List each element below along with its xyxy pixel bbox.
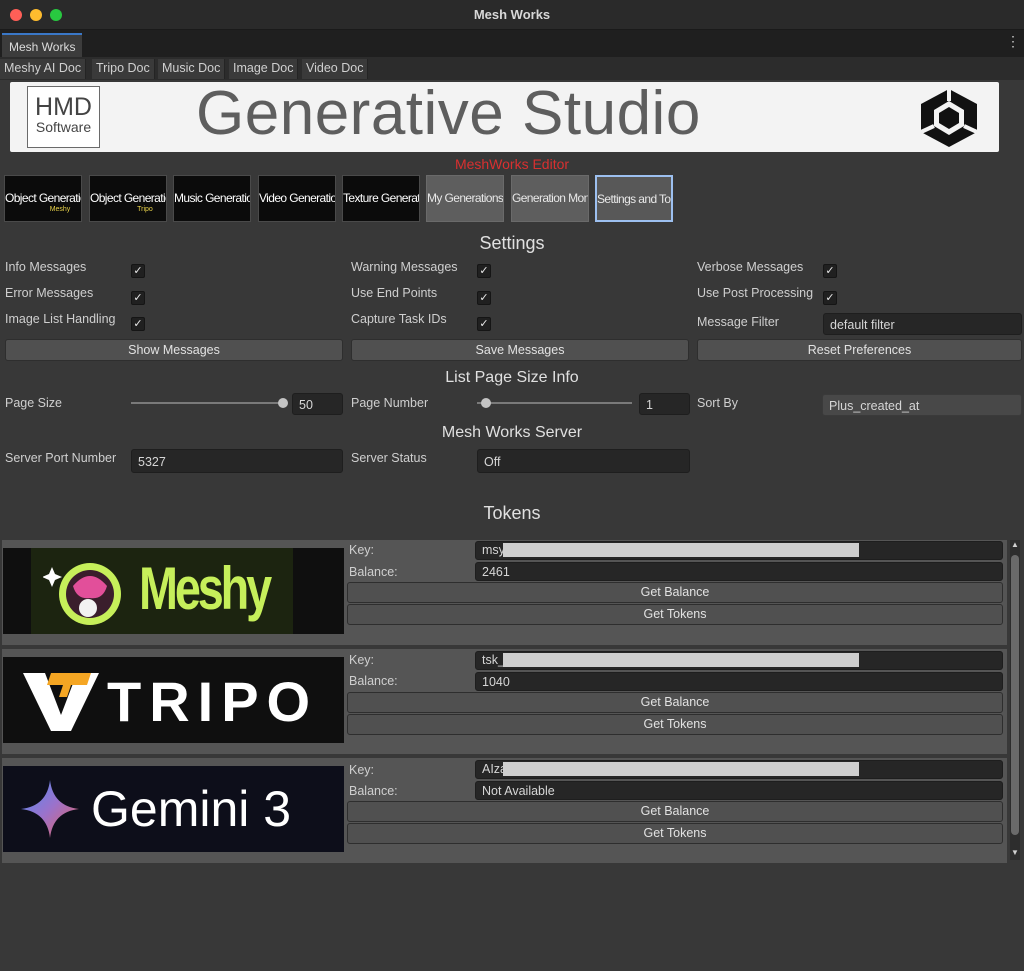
sort-by-label: Sort By — [697, 396, 738, 410]
tripo-logo: TRIPO — [3, 657, 344, 743]
image-list-handling-checkbox[interactable]: ✓ — [131, 317, 145, 331]
tokens-scrollbar-thumb[interactable] — [1011, 555, 1019, 835]
use-end-points-label: Use End Points — [351, 286, 438, 300]
tokens-header: Tokens — [483, 503, 541, 523]
meshy-wordmark: Meshy — [139, 555, 272, 622]
kebab-menu-icon[interactable]: ⋮ — [1006, 34, 1020, 48]
meshy-balance-field: 2461 — [475, 562, 1003, 581]
warning-messages-checkbox[interactable]: ✓ — [477, 264, 491, 278]
list-page-header: List Page Size Info — [445, 369, 579, 386]
unity-logo-icon — [920, 89, 978, 147]
window-title: Mesh Works — [473, 7, 551, 22]
tab-music-doc[interactable]: Music Doc — [158, 59, 226, 79]
gemini-get-tokens-button[interactable]: Get Tokens — [347, 823, 1003, 844]
server-header: Mesh Works Server — [441, 424, 583, 441]
editor-tab-strip — [0, 30, 1024, 57]
tab-meshy-ai-doc[interactable]: Meshy AI Doc — [0, 59, 87, 79]
page-number-slider-track[interactable] — [477, 402, 632, 404]
error-messages-checkbox[interactable]: ✓ — [131, 291, 145, 305]
generation-monitor-button[interactable]: Generation Monitor — [511, 175, 589, 222]
use-post-processing-label: Use Post Processing — [697, 286, 814, 300]
tripo-get-tokens-button[interactable]: Get Tokens — [347, 714, 1003, 735]
show-messages-button[interactable]: Show Messages — [5, 339, 343, 361]
server-status-label: Server Status — [351, 451, 427, 465]
object-generation-tripo-button[interactable]: Object Generation Tripo — [89, 175, 167, 222]
tripo-key-label: Key: — [349, 653, 375, 667]
message-filter-label: Message Filter — [697, 315, 779, 329]
button-label: Object Generation — [90, 191, 166, 205]
editor-subtitle: MeshWorks Editor — [454, 156, 570, 172]
banner-title: Generative Studio — [196, 79, 701, 148]
gemini-sparkle-icon — [21, 780, 79, 838]
tab-mesh-works[interactable]: Mesh Works — [2, 33, 83, 57]
capture-task-ids-label: Capture Task IDs — [351, 312, 447, 326]
save-messages-button[interactable]: Save Messages — [351, 339, 689, 361]
meshy-key-prefix: msy — [482, 543, 505, 557]
page-size-slider-track[interactable] — [131, 402, 286, 404]
tripo-mark-icon — [23, 673, 99, 731]
tripo-get-balance-button[interactable]: Get Balance — [347, 692, 1003, 713]
message-filter-input[interactable]: default filter — [823, 313, 1022, 335]
scroll-up-arrow-icon[interactable]: ▲ — [1011, 540, 1019, 549]
verbose-messages-label: Verbose Messages — [697, 260, 804, 274]
image-list-handling-label: Image List Handling — [5, 312, 116, 326]
server-status-field: Off — [477, 449, 690, 473]
tab-tripo-doc[interactable]: Tripo Doc — [92, 59, 155, 79]
gemini-key-label: Key: — [349, 763, 375, 777]
tab-video-doc[interactable]: Video Doc — [302, 59, 369, 79]
music-generation-button[interactable]: Music Generation — [173, 175, 251, 222]
logo-text-software: Software — [35, 119, 92, 135]
logo-text-hmd: HMD — [35, 93, 92, 121]
server-port-label: Server Port Number — [5, 451, 117, 465]
gemini-balance-field: Not Available — [475, 781, 1003, 800]
info-messages-checkbox[interactable]: ✓ — [131, 264, 145, 278]
page-number-label: Page Number — [351, 396, 429, 410]
meshy-get-tokens-button[interactable]: Get Tokens — [347, 604, 1003, 625]
gemini-get-balance-button[interactable]: Get Balance — [347, 801, 1003, 822]
meshy-balance-label: Balance: — [349, 565, 398, 579]
scroll-down-arrow-icon[interactable]: ▼ — [1011, 848, 1019, 857]
gemini-wordmark: Gemini 3 — [91, 781, 292, 837]
tripo-balance-field: 1040 — [475, 672, 1003, 691]
video-generation-button[interactable]: Video Generation — [258, 175, 336, 222]
button-label: Object Generation — [5, 191, 81, 205]
server-port-input[interactable]: 5327 — [131, 449, 343, 473]
use-end-points-checkbox[interactable]: ✓ — [477, 291, 491, 305]
settings-header: Settings — [479, 233, 545, 253]
meshy-get-balance-button[interactable]: Get Balance — [347, 582, 1003, 603]
meshy-key-redaction — [503, 543, 859, 557]
hmd-software-logo: HMD Software — [27, 86, 100, 148]
my-generations-button[interactable]: My Generations — [426, 175, 504, 222]
object-generation-meshy-button[interactable]: Object Generation Meshy — [4, 175, 82, 222]
reset-preferences-button[interactable]: Reset Preferences — [697, 339, 1022, 361]
tripo-key-redaction — [503, 653, 859, 667]
warning-messages-label: Warning Messages — [351, 260, 458, 274]
info-messages-label: Info Messages — [5, 260, 87, 274]
page-size-label: Page Size — [5, 396, 62, 410]
gemini-key-redaction — [503, 762, 859, 776]
tripo-wordmark: TRIPO — [107, 670, 319, 733]
texture-generation-button[interactable]: Texture Generation — [342, 175, 420, 222]
page-size-input[interactable]: 50 — [292, 393, 343, 415]
tab-image-doc[interactable]: Image Doc — [229, 59, 299, 79]
page-number-input[interactable]: 1 — [639, 393, 690, 415]
tripo-key-prefix: tsk_ — [482, 653, 505, 667]
page-number-slider-thumb[interactable] — [481, 398, 491, 408]
verbose-messages-checkbox[interactable]: ✓ — [823, 264, 837, 278]
meshy-key-label: Key: — [349, 543, 375, 557]
use-post-processing-checkbox[interactable]: ✓ — [823, 291, 837, 305]
sort-by-dropdown[interactable]: Plus_created_at — [822, 394, 1022, 416]
gemini-balance-label: Balance: — [349, 784, 398, 798]
meshy-logo: Meshy — [3, 548, 344, 634]
error-messages-label: Error Messages — [5, 286, 94, 300]
page-size-slider-thumb[interactable] — [278, 398, 288, 408]
tripo-balance-label: Balance: — [349, 674, 398, 688]
meshy-mascot-icon — [43, 563, 121, 625]
settings-and-tokens-button[interactable]: Settings and Tokens — [595, 175, 673, 222]
capture-task-ids-checkbox[interactable]: ✓ — [477, 317, 491, 331]
gemini-logo: Gemini 3 — [3, 766, 344, 852]
